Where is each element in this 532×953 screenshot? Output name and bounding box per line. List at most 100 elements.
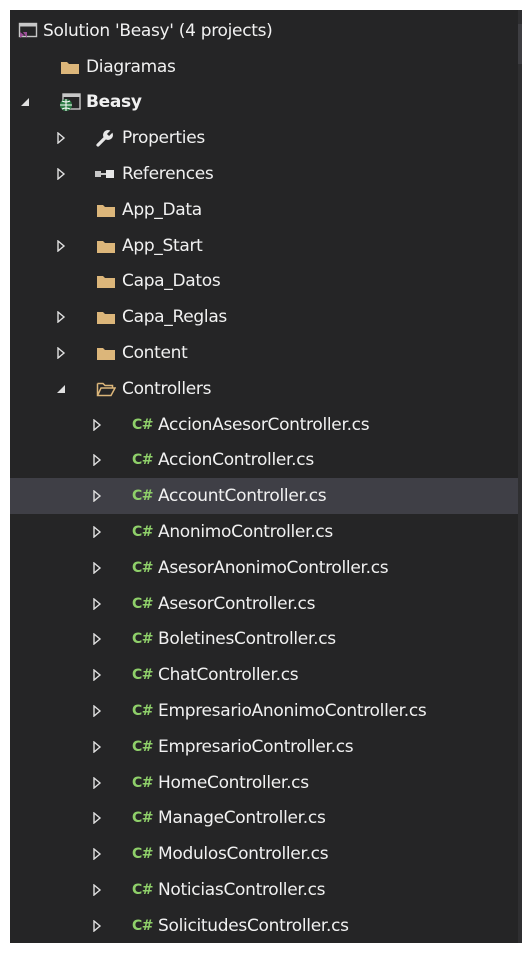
tree-item-label: Diagramas	[86, 56, 176, 77]
tree-item-file[interactable]: C# EmpresarioController.cs	[10, 729, 522, 765]
collapsed-arrow-icon[interactable]	[90, 489, 104, 503]
tree-item-file[interactable]: C# BoletinesController.cs	[10, 622, 522, 658]
open-folder-icon	[95, 380, 117, 398]
tree-item-file[interactable]: C# AsesorController.cs	[10, 586, 522, 622]
scrollbar-thumb[interactable]	[518, 24, 522, 64]
folder-icon	[95, 201, 117, 219]
csharp-file-icon: C#	[132, 882, 154, 899]
tree-item-beasy-project[interactable]: Beasy	[10, 85, 522, 121]
csharp-file-icon: C#	[132, 488, 154, 505]
folder-icon	[95, 237, 117, 255]
solution-tree: Solution 'Beasy' (4 projects) Diagramas	[10, 13, 522, 943]
expanded-arrow-icon[interactable]	[18, 95, 32, 109]
solution-icon	[18, 21, 38, 41]
file-label: ModulosController.cs	[158, 844, 329, 865]
file-label: SolicitudesController.cs	[158, 915, 349, 936]
tree-item-file[interactable]: C# ChatController.cs	[10, 657, 522, 693]
tree-item-label: Capa_Datos	[122, 271, 221, 292]
tree-item-label: Properties	[122, 128, 205, 149]
file-label: AccionController.cs	[158, 450, 314, 471]
tree-item-file[interactable]: C# SolicitudesController.cs	[10, 908, 522, 943]
collapsed-arrow-icon[interactable]	[54, 131, 68, 145]
tree-item-app-start[interactable]: App_Start	[10, 228, 522, 264]
collapsed-arrow-icon[interactable]	[90, 919, 104, 933]
tree-item-file[interactable]: C# AnonimoController.cs	[10, 514, 522, 550]
tree-item-controllers[interactable]: Controllers	[10, 371, 522, 407]
collapsed-arrow-icon[interactable]	[54, 239, 68, 253]
collapsed-arrow-icon[interactable]	[90, 883, 104, 897]
csharp-file-icon: C#	[132, 810, 154, 827]
tree-item-file[interactable]: C# EmpresarioAnonimoController.cs	[10, 693, 522, 729]
csharp-file-icon: C#	[132, 595, 154, 612]
expanded-arrow-icon[interactable]	[54, 382, 68, 396]
collapsed-arrow-icon[interactable]	[90, 453, 104, 467]
collapsed-arrow-icon[interactable]	[90, 632, 104, 646]
collapsed-arrow-icon[interactable]	[90, 704, 104, 718]
tree-item-file[interactable]: C# AccionAsesorController.cs	[10, 407, 522, 443]
folder-icon	[95, 344, 117, 362]
collapsed-arrow-icon[interactable]	[90, 811, 104, 825]
collapsed-arrow-icon[interactable]	[54, 346, 68, 360]
tree-item-label: Controllers	[122, 378, 212, 399]
tree-item-references[interactable]: References	[10, 156, 522, 192]
tree-item-content[interactable]: Content	[10, 335, 522, 371]
collapsed-arrow-icon[interactable]	[90, 847, 104, 861]
csharp-file-icon: C#	[132, 559, 154, 576]
tree-item-file[interactable]: C# AsesorAnonimoController.cs	[10, 550, 522, 586]
solution-explorer: Solution 'Beasy' (4 projects) Diagramas	[10, 10, 522, 943]
tree-item-file[interactable]: C# ModulosController.cs	[10, 836, 522, 872]
tree-item-file[interactable]: C# HomeController.cs	[10, 765, 522, 801]
tree-item-file[interactable]: C# AccionController.cs	[10, 443, 522, 479]
tree-item-label: References	[122, 164, 214, 185]
tree-item-label: App_Data	[122, 199, 202, 220]
vertical-scrollbar[interactable]	[518, 10, 522, 943]
csharp-file-icon: C#	[132, 738, 154, 755]
wrench-icon	[94, 128, 116, 148]
collapsed-arrow-icon[interactable]	[90, 668, 104, 682]
tree-item-capa-datos[interactable]: Capa_Datos	[10, 264, 522, 300]
tree-item-properties[interactable]: Properties	[10, 120, 522, 156]
file-label: AsesorController.cs	[158, 593, 316, 614]
collapsed-arrow-icon[interactable]	[90, 418, 104, 432]
csharp-file-icon: C#	[132, 667, 154, 684]
collapsed-arrow-icon[interactable]	[90, 740, 104, 754]
tree-item-app-data[interactable]: App_Data	[10, 192, 522, 228]
folder-icon	[59, 58, 81, 76]
file-label: NoticiasController.cs	[158, 880, 326, 901]
tree-item-label: Content	[122, 343, 188, 364]
tree-item-file-selected[interactable]: C# AccountController.cs	[10, 478, 522, 515]
solution-label: Solution 'Beasy' (4 projects)	[43, 20, 273, 41]
tree-item-capa-reglas[interactable]: Capa_Reglas	[10, 299, 522, 335]
file-label: AsesorAnonimoController.cs	[158, 557, 389, 578]
csharp-file-icon: C#	[132, 917, 154, 934]
csharp-file-icon: C#	[132, 774, 154, 791]
references-icon	[94, 166, 116, 182]
tree-item-label: App_Start	[122, 235, 203, 256]
csharp-file-icon: C#	[132, 416, 154, 433]
collapsed-arrow-icon[interactable]	[90, 561, 104, 575]
file-label: HomeController.cs	[158, 772, 309, 793]
collapsed-arrow-icon[interactable]	[54, 167, 68, 181]
project-label: Beasy	[86, 92, 142, 113]
collapsed-arrow-icon[interactable]	[90, 525, 104, 539]
collapsed-arrow-icon[interactable]	[54, 310, 68, 324]
tree-item-solution[interactable]: Solution 'Beasy' (4 projects)	[10, 13, 522, 49]
folder-icon	[95, 308, 117, 326]
file-label: EmpresarioController.cs	[158, 736, 354, 757]
tree-item-label: Capa_Reglas	[122, 307, 227, 328]
tree-item-file[interactable]: C# ManageController.cs	[10, 801, 522, 837]
tree-item-diagramas[interactable]: Diagramas	[10, 49, 522, 85]
csharp-file-icon: C#	[132, 631, 154, 648]
collapsed-arrow-icon[interactable]	[90, 597, 104, 611]
folder-icon	[95, 272, 117, 290]
tree-item-file[interactable]: C# NoticiasController.cs	[10, 872, 522, 908]
file-label: ChatController.cs	[158, 665, 299, 686]
collapsed-arrow-icon[interactable]	[90, 776, 104, 790]
file-label: EmpresarioAnonimoController.cs	[158, 701, 427, 722]
csharp-file-icon: C#	[132, 846, 154, 863]
csharp-file-icon: C#	[132, 524, 154, 541]
csharp-file-icon: C#	[132, 703, 154, 720]
screenshot-frame: Solution 'Beasy' (4 projects) Diagramas	[0, 0, 532, 953]
csharp-file-icon: C#	[132, 452, 154, 469]
file-label: ManageController.cs	[158, 808, 326, 829]
